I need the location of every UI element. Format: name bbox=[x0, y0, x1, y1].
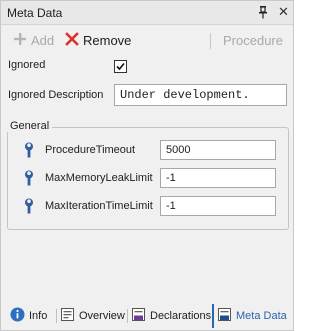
property-label-max-iteration-time-limit: MaxIterationTimeLimit bbox=[45, 200, 153, 212]
check-icon bbox=[116, 62, 125, 71]
general-group-title: General bbox=[7, 120, 53, 132]
tab-meta-data-label: Meta Data bbox=[236, 310, 287, 322]
max-memory-leak-limit-field[interactable]: -1 bbox=[160, 168, 276, 188]
ignored-description-label: Ignored Description bbox=[8, 89, 104, 101]
tab-info-label: Info bbox=[29, 310, 48, 322]
toolbar-separator bbox=[210, 33, 211, 49]
meta-data-icon bbox=[217, 307, 232, 325]
ignored-description-field[interactable]: Under development. bbox=[114, 84, 287, 106]
tab-meta-data[interactable]: Meta Data bbox=[217, 306, 287, 326]
ignored-label: Ignored bbox=[8, 59, 46, 71]
property-label-max-memory-leak-limit: MaxMemoryLeakLimit bbox=[45, 172, 153, 184]
active-tab-indicator bbox=[212, 304, 214, 328]
toolbar: Add Remove Procedure bbox=[1, 25, 293, 55]
info-icon bbox=[10, 307, 25, 325]
tab-declarations[interactable]: Declarations bbox=[131, 306, 211, 326]
wrench-icon bbox=[24, 142, 38, 158]
ignored-checkbox[interactable] bbox=[114, 60, 127, 73]
plus-icon bbox=[13, 32, 27, 49]
tab-info[interactable]: Info bbox=[10, 306, 47, 326]
pin-icon[interactable] bbox=[257, 5, 269, 19]
wrench-icon bbox=[24, 170, 38, 186]
procedure-timeout-field[interactable]: 5000 bbox=[160, 140, 276, 160]
wrench-icon bbox=[24, 198, 38, 214]
panel-title: Meta Data bbox=[7, 6, 63, 20]
tab-separator bbox=[56, 309, 57, 323]
tab-overview[interactable]: Overview bbox=[60, 306, 125, 326]
procedure-label: Procedure bbox=[223, 32, 283, 48]
max-iteration-time-limit-field[interactable]: -1 bbox=[160, 196, 276, 216]
add-button[interactable]: Add bbox=[13, 31, 54, 49]
add-label: Add bbox=[31, 32, 55, 48]
remove-button[interactable]: Remove bbox=[65, 31, 131, 49]
property-label-procedure-timeout: ProcedureTimeout bbox=[45, 144, 136, 156]
overview-icon bbox=[60, 307, 75, 325]
meta-data-panel: Meta Data ✕ Add Remove Procedure Ignored… bbox=[0, 0, 294, 331]
red-x-icon bbox=[65, 31, 79, 49]
tab-separator bbox=[127, 309, 128, 323]
close-icon[interactable]: ✕ bbox=[278, 4, 289, 20]
panel-titlebar: Meta Data ✕ bbox=[1, 1, 293, 25]
tab-strip: Info Overview Declarations Meta Data bbox=[1, 301, 293, 330]
tab-declarations-label: Declarations bbox=[150, 310, 212, 322]
declarations-icon bbox=[131, 307, 146, 325]
tab-overview-label: Overview bbox=[79, 310, 125, 322]
procedure-button[interactable]: Procedure bbox=[223, 31, 283, 49]
remove-label: Remove bbox=[83, 32, 132, 48]
